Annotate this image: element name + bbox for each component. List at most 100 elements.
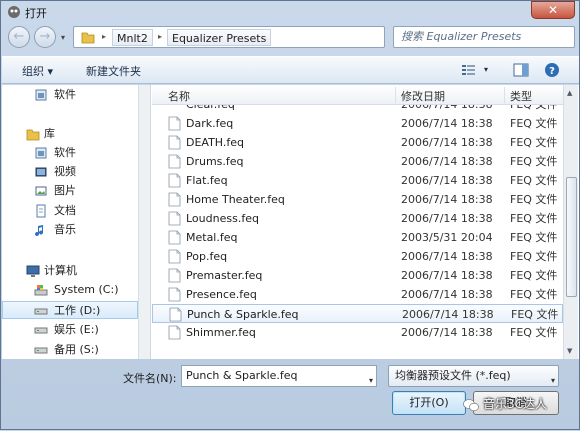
file-date: 2006/7/14 18:38: [401, 155, 493, 168]
dialog-footer: 文件名(N): Punch & Sparkle.feq ▾ 均衡器预设文件 (*…: [1, 359, 579, 431]
drive-icon: [34, 327, 48, 334]
feq-file-icon: [168, 230, 181, 245]
feq-file-icon: [168, 154, 181, 169]
breadcrumb-segment[interactable]: Mnlt2: [112, 29, 153, 46]
open-button[interactable]: 打开(O): [392, 391, 466, 415]
sidebar-item-computer[interactable]: 计算机: [2, 262, 138, 280]
file-type: FEQ 文件: [510, 250, 558, 263]
drive-icon: [34, 347, 48, 354]
search-input[interactable]: 搜索 Equalizer Presets: [393, 26, 575, 48]
table-row[interactable]: Metal.feq 2003/5/31 20:04 FEQ 文件: [152, 228, 563, 247]
organize-button[interactable]: 组织 ▾: [22, 63, 53, 79]
filename-field[interactable]: Punch & Sparkle.feq ▾: [181, 365, 377, 387]
view-options-icon[interactable]: [460, 62, 478, 78]
file-name: Punch & Sparkle.feq: [187, 308, 299, 321]
file-type: FEQ 文件: [511, 308, 559, 321]
scroll-up-arrow-icon[interactable]: ▲: [567, 89, 572, 97]
sidebar-item-music[interactable]: 音乐: [2, 221, 138, 239]
sidebar-item-software-top[interactable]: 软件: [2, 86, 138, 104]
feq-file-icon: [168, 116, 181, 131]
sidebar-item-drive-d[interactable]: 工作 (D:): [2, 301, 138, 319]
table-row[interactable]: Loudness.feq 2006/7/14 18:38 FEQ 文件: [152, 209, 563, 228]
file-type-value: 均衡器预设文件 (*.feq): [395, 369, 511, 382]
sidebar-scrollbar[interactable]: [139, 85, 151, 359]
table-row[interactable]: Dark.feq 2006/7/14 18:38 FEQ 文件: [152, 114, 563, 133]
file-list: 名称 修改日期 类型 Clear.feq 2006/7/14 18:38 FEQ…: [152, 85, 579, 359]
file-list-scrollbar[interactable]: ▲ ▼: [563, 85, 578, 359]
video-icon: [35, 167, 47, 177]
file-name: Drums.feq: [186, 155, 244, 168]
column-header-date[interactable]: 修改日期: [401, 88, 445, 104]
feq-file-icon: [168, 211, 181, 226]
feq-file-icon: [168, 287, 181, 302]
table-row[interactable]: DEATH.feq 2006/7/14 18:38 FEQ 文件: [152, 133, 563, 152]
column-header-name[interactable]: 名称: [168, 88, 190, 104]
sidebar-item-drive-c[interactable]: System (C:): [2, 281, 138, 299]
forward-button[interactable]: →: [34, 26, 56, 48]
file-type: FEQ 文件: [510, 231, 558, 244]
breadcrumb-segment[interactable]: Equalizer Presets: [167, 29, 272, 46]
sidebar-item-drive-e[interactable]: 娱乐 (E:): [2, 321, 138, 339]
file-date: 2006/7/14 18:38: [402, 308, 494, 321]
file-name: Loudness.feq: [186, 212, 259, 225]
column-divider[interactable]: [395, 87, 396, 103]
navigation-pane: 软件 库 软件 视频 图片 文档 音乐 计算机 System (C:) 工作 (…: [2, 85, 139, 359]
file-name: Presence.feq: [186, 288, 257, 301]
sidebar-item-videos[interactable]: 视频: [2, 163, 138, 181]
new-folder-button[interactable]: 新建文件夹: [86, 63, 141, 79]
drive-icon: [34, 308, 48, 315]
file-date: 2006/7/14 18:38: [401, 193, 493, 206]
open-file-dialog: 打开 ✕ ← → ▾ ▸ Mnlt2 ▸ Equalizer Presets 搜…: [0, 0, 580, 430]
preview-pane-icon[interactable]: [512, 62, 530, 78]
breadcrumb-separator-icon[interactable]: ▸: [158, 32, 162, 41]
file-type-select[interactable]: 均衡器预设文件 (*.feq) ▾: [388, 365, 559, 387]
table-row[interactable]: Premaster.feq 2006/7/14 18:38 FEQ 文件: [152, 266, 563, 285]
address-bar[interactable]: ▸ Mnlt2 ▸ Equalizer Presets: [73, 26, 385, 48]
file-type: FEQ 文件: [510, 174, 558, 187]
recent-pages-dropdown-icon[interactable]: ▾: [61, 33, 65, 42]
column-header-type[interactable]: 类型: [510, 88, 532, 104]
sidebar-item-library[interactable]: 库: [2, 125, 138, 143]
view-dropdown-icon[interactable]: ▾: [484, 65, 488, 74]
document-icon: [36, 204, 46, 218]
picture-icon: [35, 186, 47, 196]
feq-file-icon: [168, 268, 181, 283]
file-type-dropdown-icon[interactable]: ▾: [551, 371, 555, 391]
column-divider[interactable]: [504, 87, 505, 103]
table-row[interactable]: Flat.feq 2006/7/14 18:38 FEQ 文件: [152, 171, 563, 190]
table-row[interactable]: Home Theater.feq 2006/7/14 18:38 FEQ 文件: [152, 190, 563, 209]
filename-dropdown-icon[interactable]: ▾: [369, 371, 373, 391]
table-row[interactable]: Punch & Sparkle.feq 2006/7/14 18:38 FEQ 文件: [152, 304, 563, 323]
computer-icon: [26, 265, 40, 277]
navigation-bar: ← → ▾ ▸ Mnlt2 ▸ Equalizer Presets 搜索 Equ…: [1, 23, 579, 53]
music-icon: [35, 225, 44, 237]
file-type: FEQ 文件: [510, 212, 558, 225]
scrollbar-thumb[interactable]: [566, 177, 577, 297]
file-date: 2006/7/14 18:38: [401, 136, 493, 149]
file-type: FEQ 文件: [510, 117, 558, 130]
file-name: Pop.feq: [186, 250, 228, 263]
table-row[interactable]: Pop.feq 2006/7/14 18:38 FEQ 文件: [152, 247, 563, 266]
breadcrumb-separator-icon[interactable]: ▸: [102, 32, 106, 41]
sidebar-item-documents[interactable]: 文档: [2, 202, 138, 220]
file-type: FEQ 文件: [510, 269, 558, 282]
help-icon[interactable]: ?: [543, 62, 561, 78]
app-icon: [8, 6, 20, 18]
close-button[interactable]: ✕: [531, 1, 575, 19]
scroll-down-arrow-icon[interactable]: ▼: [567, 347, 572, 355]
sidebar-item-software[interactable]: 软件: [2, 144, 138, 162]
watermark-text: 音乐3C达人: [483, 397, 548, 411]
file-name: Dark.feq: [186, 117, 234, 130]
table-row[interactable]: Drums.feq 2006/7/14 18:38 FEQ 文件: [152, 152, 563, 171]
feq-file-icon: [168, 192, 181, 207]
file-name: Home Theater.feq: [186, 193, 285, 206]
file-date: 2006/7/14 18:38: [401, 174, 493, 187]
table-row[interactable]: Presence.feq 2006/7/14 18:38 FEQ 文件: [152, 285, 563, 304]
filename-value: Punch & Sparkle.feq: [186, 369, 298, 382]
feq-file-icon: [168, 249, 181, 264]
back-button[interactable]: ←: [8, 26, 30, 48]
sidebar-item-drive-s[interactable]: 备用 (S:): [2, 341, 138, 359]
table-row[interactable]: Shimmer.feq 2006/7/14 18:38 FEQ 文件: [152, 323, 563, 342]
system-drive-icon: [34, 285, 48, 296]
sidebar-item-pictures[interactable]: 图片: [2, 182, 138, 200]
